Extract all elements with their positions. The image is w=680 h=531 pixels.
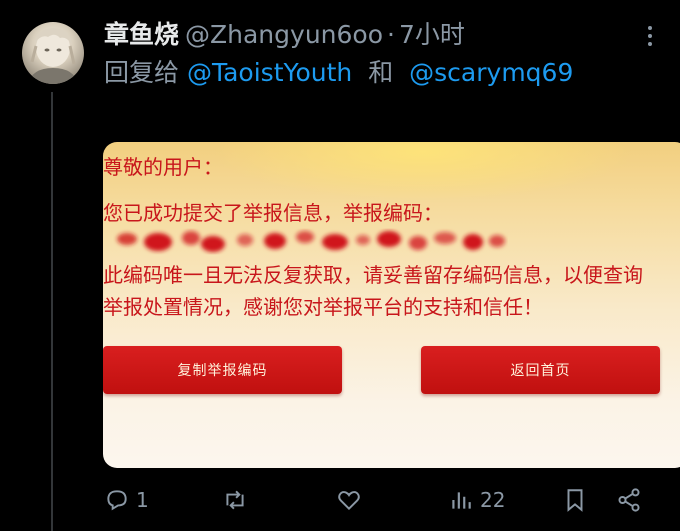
attached-image[interactable]: 尊敬的用户： 您已成功提交了举报信息，举报编码： 此编码唯一且无法反复获取，请妥… — [103, 142, 680, 468]
return-home-button[interactable]: 返回首页 — [421, 346, 660, 394]
avatar-image — [28, 28, 78, 84]
timestamp[interactable]: 7小时 — [399, 18, 465, 52]
copy-report-code-button[interactable]: 复制举报编码 — [103, 346, 342, 394]
views-action[interactable]: 22 — [448, 482, 505, 518]
mention-link[interactable]: @TaoistYouth — [187, 58, 352, 87]
bookmark-action[interactable] — [562, 482, 588, 518]
thread-line — [51, 92, 53, 531]
tweet-header: 章鱼烧 @Zhangyun6oo · 7小时 — [104, 18, 620, 52]
views-icon — [452, 492, 471, 509]
more-icon[interactable] — [638, 24, 662, 48]
notice-text: 此编码唯一且无法反复获取，请妥善留存编码信息，以便查询举报处置情况，感谢您对举报… — [103, 263, 643, 319]
share-icon — [618, 488, 640, 512]
retweet-icon — [226, 490, 244, 510]
reply-prefix: 回复给 — [104, 58, 180, 87]
mention-link[interactable]: @scarymq69 — [409, 58, 573, 87]
user-handle[interactable]: @Zhangyun6oo — [185, 18, 383, 52]
reply-action[interactable]: 1 — [104, 482, 149, 518]
display-name[interactable]: 章鱼烧 — [104, 18, 179, 52]
bookmark-icon — [567, 489, 583, 512]
avatar[interactable] — [22, 22, 84, 84]
views-count: 22 — [480, 488, 506, 512]
share-action[interactable] — [616, 482, 642, 518]
reply-join: 和 — [368, 58, 394, 87]
reply-icon — [107, 490, 127, 511]
replying-to: 回复给 @TaoistYouth 和 @scarymq69 — [104, 56, 573, 90]
submitted-text: 您已成功提交了举报信息，举报编码： — [103, 201, 443, 225]
reply-count: 1 — [136, 488, 149, 512]
separator-dot: · — [387, 20, 395, 49]
like-icon — [338, 491, 360, 511]
greeting-text: 尊敬的用户： — [103, 155, 223, 179]
like-action[interactable] — [336, 482, 368, 518]
redacted-code — [117, 231, 505, 252]
tweet-actions: 1 22 — [104, 482, 650, 518]
retweet-action[interactable] — [222, 482, 254, 518]
